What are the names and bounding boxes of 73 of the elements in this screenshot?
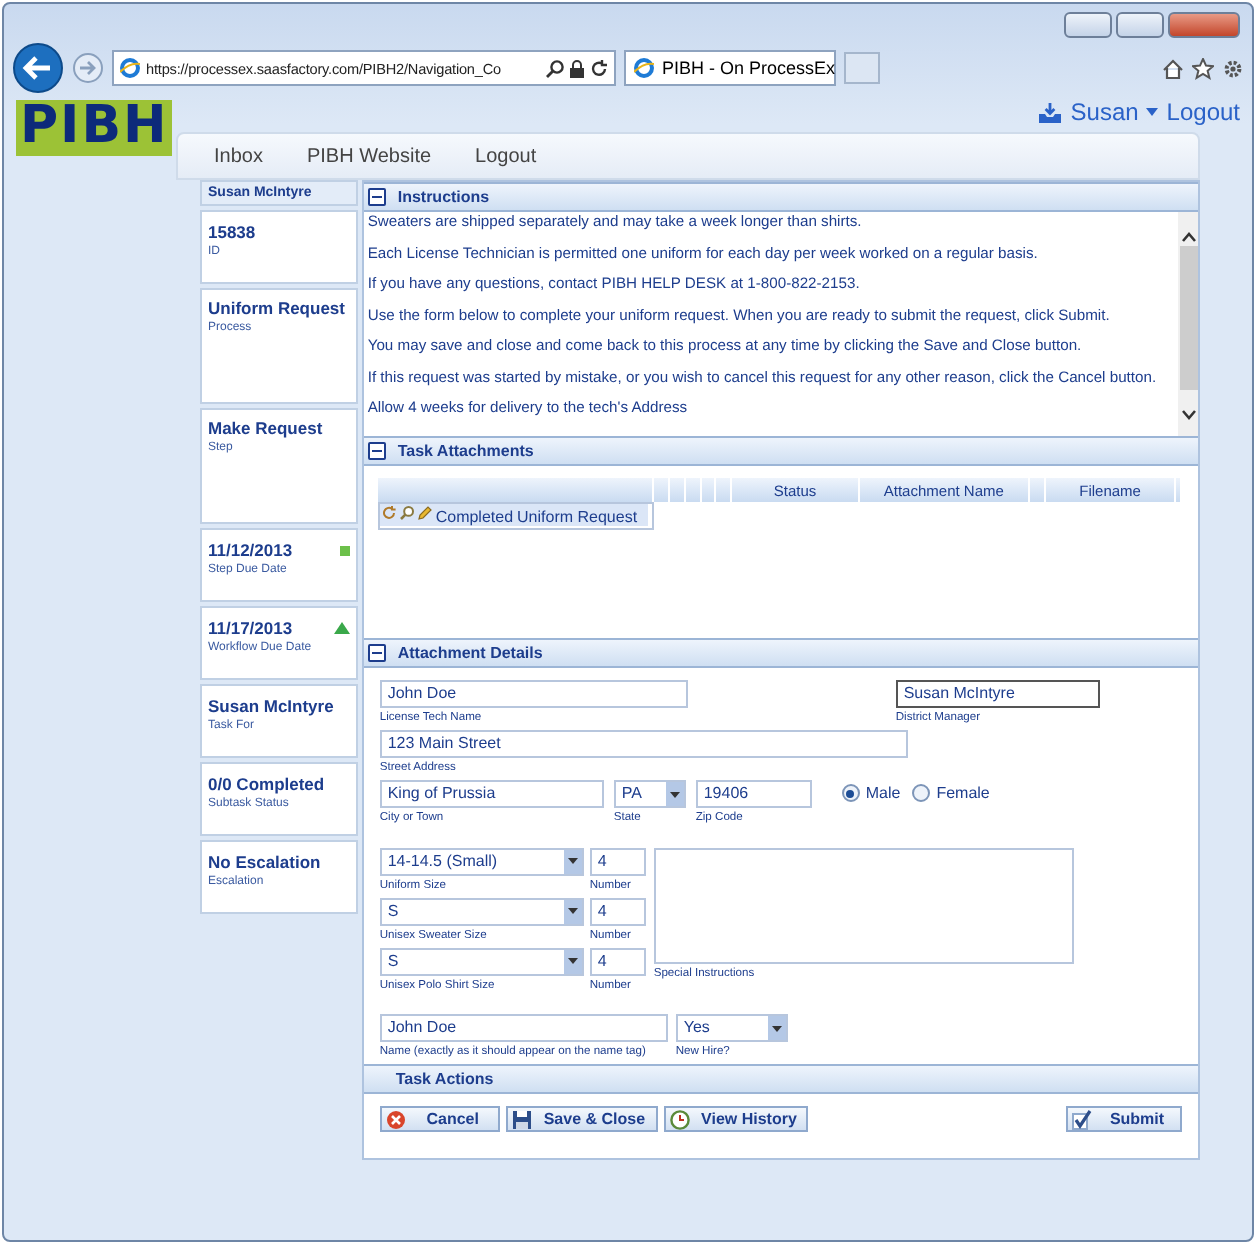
text-field[interactable]: King of Prussia bbox=[379, 780, 604, 808]
settings-icon[interactable] bbox=[1222, 57, 1244, 79]
home-icon[interactable] bbox=[1162, 57, 1184, 79]
logo: PIBH bbox=[16, 100, 173, 156]
back-button[interactable] bbox=[12, 42, 64, 94]
number-field[interactable]: 4 bbox=[589, 947, 646, 975]
caret-icon bbox=[567, 958, 578, 964]
number-field[interactable]: 4 bbox=[589, 847, 646, 875]
action-button[interactable]: Submit bbox=[1066, 1106, 1182, 1132]
nav-link[interactable]: PIBH Website bbox=[306, 145, 432, 167]
caret-icon bbox=[567, 908, 578, 914]
info-value: 15838 bbox=[208, 222, 256, 242]
browser-logo-icon bbox=[634, 58, 654, 78]
text-field[interactable]: 123 Main Street bbox=[379, 730, 908, 758]
caret-icon[interactable] bbox=[1146, 108, 1159, 116]
caret-icon bbox=[771, 1025, 782, 1031]
nav-link[interactable]: Inbox bbox=[214, 145, 263, 167]
table-cell: Completed bbox=[433, 504, 516, 526]
minimize-button[interactable] bbox=[1064, 12, 1112, 38]
dropdown[interactable]: PA bbox=[613, 780, 686, 808]
info-value: Susan McIntyre bbox=[208, 696, 334, 716]
dropdown[interactable]: S bbox=[379, 897, 584, 925]
text-field[interactable]: 19406 bbox=[695, 780, 812, 808]
action-button[interactable]: Cancel bbox=[379, 1106, 500, 1132]
collapse-toggle[interactable] bbox=[367, 644, 386, 662]
refresh-icon[interactable] bbox=[590, 59, 608, 77]
radio-label[interactable]: Female bbox=[936, 784, 990, 802]
section-title: Instructions bbox=[397, 188, 490, 206]
section-title: Task Actions bbox=[395, 1070, 494, 1088]
text-field[interactable]: Susan McIntyre bbox=[895, 680, 1100, 708]
section-title: Attachment Details bbox=[397, 644, 543, 662]
pencil-icon[interactable] bbox=[417, 506, 432, 520]
chevron-up-icon[interactable] bbox=[1181, 232, 1195, 242]
info-value: No Escalation bbox=[208, 852, 321, 872]
text-field[interactable]: John Doe bbox=[379, 680, 688, 708]
maximize-button[interactable] bbox=[1116, 12, 1164, 38]
inbox-tray-icon bbox=[1038, 101, 1063, 123]
search-icon bbox=[546, 59, 564, 77]
checkmark-icon bbox=[1072, 1109, 1092, 1129]
text-field[interactable]: John Doe bbox=[379, 1014, 668, 1042]
magnifier-icon[interactable] bbox=[399, 506, 414, 520]
info-value: 11/12/2013 bbox=[208, 540, 293, 560]
number-field[interactable]: 4 bbox=[589, 897, 646, 925]
caret-icon bbox=[567, 858, 578, 864]
table-row[interactable]: Completed Uniform Request bbox=[377, 502, 654, 530]
collapse-toggle[interactable] bbox=[367, 188, 386, 206]
history-icon bbox=[669, 1109, 690, 1129]
chevron-down-icon[interactable] bbox=[1181, 410, 1195, 420]
cancel-icon bbox=[385, 1109, 406, 1129]
browser-logo-icon bbox=[120, 58, 140, 78]
info-value: 0/0 Completed bbox=[208, 774, 325, 794]
action-button[interactable]: View History bbox=[663, 1106, 809, 1132]
radio-button[interactable] bbox=[912, 784, 931, 802]
nav-link[interactable]: Logout bbox=[475, 145, 537, 167]
logout-link[interactable]: Logout bbox=[1166, 98, 1240, 126]
lock-icon bbox=[570, 59, 584, 77]
caret-icon bbox=[669, 791, 680, 797]
dropdown[interactable]: Yes bbox=[675, 1014, 788, 1042]
info-value: Uniform Request bbox=[208, 298, 345, 318]
collapse-toggle[interactable] bbox=[367, 442, 386, 460]
browser-tab[interactable]: PIBH - On ProcessEx bbox=[624, 50, 836, 86]
user-menu[interactable]: Susan bbox=[1070, 98, 1139, 126]
action-button[interactable]: Save & Close bbox=[505, 1106, 658, 1132]
dropdown[interactable]: S bbox=[379, 947, 584, 975]
radio-button[interactable] bbox=[841, 784, 860, 802]
table-cell: Uniform Request bbox=[515, 504, 640, 526]
radio-label[interactable]: Male bbox=[865, 784, 901, 802]
dropdown[interactable]: 14-14.5 (Small) bbox=[379, 847, 584, 875]
scrollbar[interactable] bbox=[1178, 212, 1198, 436]
star-icon[interactable] bbox=[1192, 57, 1214, 79]
section-title: Task Attachments bbox=[397, 442, 534, 460]
info-value: Make Request bbox=[208, 418, 323, 438]
info-value: 11/17/2013 bbox=[208, 618, 293, 638]
